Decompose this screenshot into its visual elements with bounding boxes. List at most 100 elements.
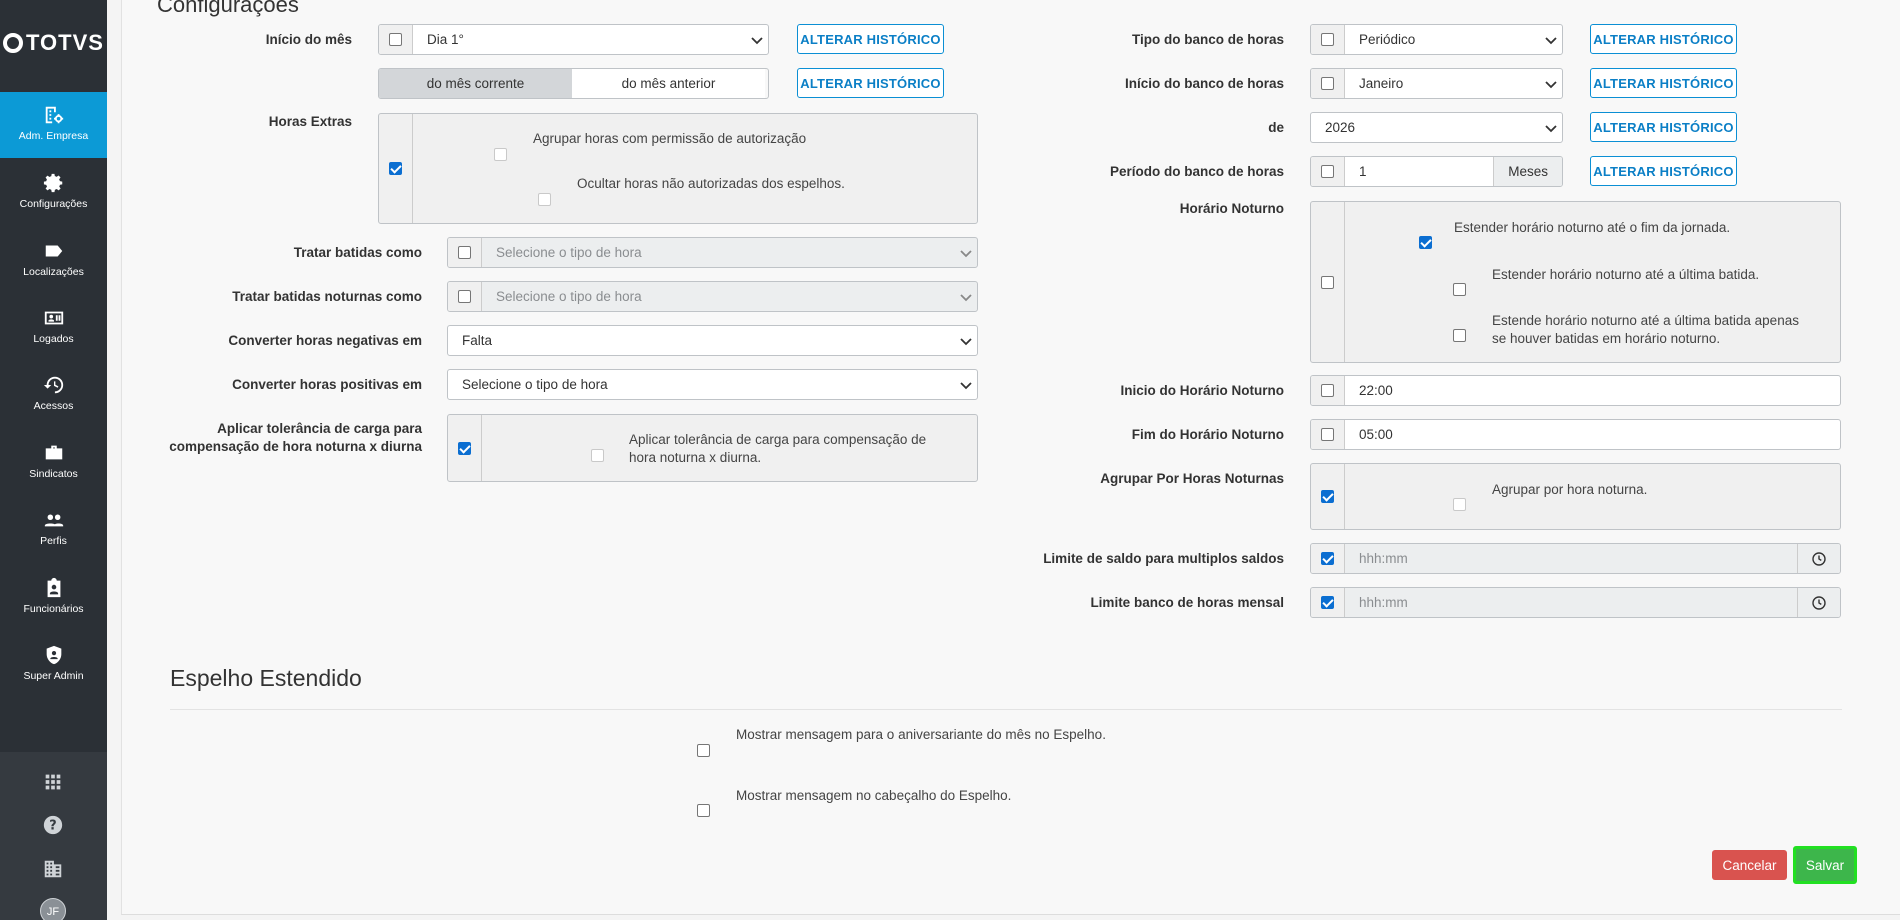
estender-ultima-batida-checkbox[interactable]	[1453, 283, 1466, 296]
fim-noturno-checkbox[interactable]	[1321, 428, 1334, 441]
converter-negativas-label: Converter horas negativas em	[228, 333, 422, 348]
tolerancia-option-checkbox[interactable]	[591, 449, 604, 462]
inicio-banco-select[interactable]: Janeiro	[1310, 68, 1563, 99]
limite-saldo-placeholder: hhh:mm	[1359, 551, 1408, 566]
inicio-mes-checkbox[interactable]	[389, 33, 402, 46]
tipo-banco-value: Periódico	[1359, 32, 1416, 47]
help-icon[interactable]: ?	[42, 814, 64, 836]
inicio-mes-label: Início do mês	[265, 32, 352, 47]
periodo-value: 1	[1359, 164, 1367, 179]
limite-saldo-label: Limite de saldo para multiplos saldos	[1043, 551, 1284, 566]
toggle-mes-anterior[interactable]: do mês anterior	[572, 69, 765, 98]
inicio-noturno-label: Inicio do Horário Noturno	[1120, 383, 1285, 398]
inicio-noturno-value: 22:00	[1359, 383, 1393, 398]
totus-logo[interactable]: TOTVS	[0, 30, 107, 56]
mes-toggle[interactable]: do mês corrente do mês anterior	[378, 68, 769, 99]
inicio-noturno-checkbox[interactable]	[1321, 384, 1334, 397]
inicio-noturno-input[interactable]: 22:00	[1310, 375, 1841, 406]
aniversariante-checkbox[interactable]	[697, 744, 710, 757]
sidebar-item-label: Acessos	[33, 400, 74, 412]
company-icon[interactable]	[42, 858, 64, 880]
brand-text: TOTVS	[26, 30, 104, 55]
tratar-noturnas-checkbox[interactable]	[458, 290, 471, 303]
alterar-historico-button[interactable]: ALTERAR HISTÓRICO	[1590, 112, 1737, 142]
estender-fim-jornada-checkbox[interactable]	[1419, 236, 1432, 249]
alterar-historico-button[interactable]: ALTERAR HISTÓRICO	[1590, 156, 1737, 186]
inicio-banco-checkbox[interactable]	[1321, 77, 1334, 90]
ano-value: 2026	[1325, 120, 1356, 135]
sidebar-item-configuracoes[interactable]: Configurações	[0, 160, 107, 226]
sidebar-item-sindicatos[interactable]: Sindicatos	[0, 430, 107, 496]
ano-label: de	[1268, 120, 1284, 135]
sidebar-item-label: Funcionários	[23, 603, 84, 615]
cabecalho-checkbox[interactable]	[697, 804, 710, 817]
tolerancia-group: Aplicar tolerância de carga para compens…	[447, 414, 978, 482]
alterar-historico-button[interactable]: ALTERAR HISTÓRICO	[797, 68, 944, 98]
sidebar-item-funcionarios[interactable]: Funcionários	[0, 565, 107, 631]
apps-grid-icon[interactable]	[42, 771, 64, 793]
limite-saldo-checkbox[interactable]	[1321, 552, 1334, 565]
cancel-button[interactable]: Cancelar	[1712, 850, 1787, 880]
chevron-down-icon	[1540, 25, 1562, 54]
ocultar-horas-checkbox[interactable]	[538, 193, 551, 206]
aniversariante-text: Mostrar mensagem para o aniversariante d…	[736, 727, 1106, 742]
id-card-icon	[44, 311, 63, 325]
gear-icon	[43, 173, 62, 193]
tolerancia-checkbox[interactable]	[458, 441, 471, 455]
converter-negativas-select[interactable]: Falta	[447, 325, 978, 356]
estende-apenas-noturno-line2: se houver batidas em horário noturno.	[1492, 331, 1721, 346]
estende-apenas-noturno-checkbox[interactable]	[1453, 329, 1466, 342]
people-icon	[44, 514, 63, 527]
section-title-espelho: Espelho Estendido	[170, 665, 362, 691]
estende-apenas-noturno-line1: Estende horário noturno até a última bat…	[1492, 313, 1799, 328]
periodo-label: Período do banco de horas	[1109, 164, 1284, 179]
limite-mensal-checkbox[interactable]	[1321, 596, 1334, 609]
tratar-batidas-checkbox[interactable]	[458, 246, 471, 259]
agrupar-horas-checkbox[interactable]	[494, 148, 507, 161]
sidebar-item-super-admin[interactable]: Super Admin	[0, 632, 107, 698]
sidebar-item-acessos[interactable]: Acessos	[0, 362, 107, 428]
save-button[interactable]: Salvar	[1793, 846, 1857, 884]
building-cog-icon	[45, 106, 63, 124]
limite-saldo-input[interactable]: hhh:mm	[1310, 543, 1841, 574]
tipo-banco-select[interactable]: Periódico	[1310, 24, 1563, 55]
inicio-mes-select[interactable]: Dia 1°	[378, 24, 769, 55]
tolerancia-label: Aplicar tolerância de carga para compens…	[150, 420, 422, 456]
tratar-batidas-select[interactable]: Selecione o tipo de hora	[447, 237, 978, 268]
tipo-banco-checkbox[interactable]	[1321, 33, 1334, 46]
inicio-mes-value: Dia 1°	[427, 32, 464, 47]
history-icon	[43, 376, 63, 394]
alterar-historico-button[interactable]: ALTERAR HISTÓRICO	[797, 24, 944, 54]
agrupar-hora-noturna-checkbox[interactable]	[1453, 498, 1466, 511]
inicio-banco-value: Janeiro	[1359, 76, 1404, 91]
fim-noturno-input[interactable]: 05:00	[1310, 419, 1841, 450]
limite-mensal-input[interactable]: hhh:mm	[1310, 587, 1841, 618]
clock-icon[interactable]	[1797, 544, 1840, 573]
ano-select[interactable]: 2026	[1310, 112, 1563, 143]
agrupar-hora-noturna-text: Agrupar por hora noturna.	[1492, 482, 1648, 497]
chevron-down-icon	[1540, 69, 1562, 98]
horario-noturno-checkbox[interactable]	[1321, 275, 1334, 289]
tratar-batidas-label: Tratar batidas como	[293, 245, 422, 260]
converter-positivas-select[interactable]: Selecione o tipo de hora	[447, 369, 978, 400]
alterar-historico-button[interactable]: ALTERAR HISTÓRICO	[1590, 68, 1737, 98]
sidebar-item-label: Localizações	[23, 266, 84, 278]
horas-extras-checkbox[interactable]	[389, 162, 402, 175]
tratar-noturnas-select[interactable]: Selecione o tipo de hora	[447, 281, 978, 312]
sidebar: TOTVS Adm. Empresa Configurações Localiz…	[0, 0, 107, 920]
periodo-input[interactable]: 1 Meses	[1310, 156, 1563, 187]
fim-noturno-label: Fim do Horário Noturno	[1131, 427, 1284, 442]
estender-fim-jornada-text: Estender horário noturno até o fim da jo…	[1454, 220, 1731, 235]
alterar-historico-button[interactable]: ALTERAR HISTÓRICO	[1590, 24, 1737, 54]
agrupar-noturnas-checkbox[interactable]	[1321, 490, 1334, 503]
cabecalho-text: Mostrar mensagem no cabeçalho do Espelho…	[736, 788, 1012, 803]
avatar[interactable]: JF	[40, 898, 66, 920]
clock-icon[interactable]	[1797, 588, 1840, 617]
periodo-checkbox[interactable]	[1321, 165, 1334, 178]
sidebar-item-adm-empresa[interactable]: Adm. Empresa	[0, 92, 107, 158]
estender-ultima-batida-text: Estender horário noturno até a última ba…	[1492, 267, 1760, 282]
sidebar-item-logados[interactable]: Logados	[0, 295, 107, 361]
toggle-mes-corrente[interactable]: do mês corrente	[379, 69, 572, 98]
sidebar-item-localizacoes[interactable]: Localizações	[0, 228, 107, 294]
sidebar-item-perfis[interactable]: Perfis	[0, 497, 107, 563]
